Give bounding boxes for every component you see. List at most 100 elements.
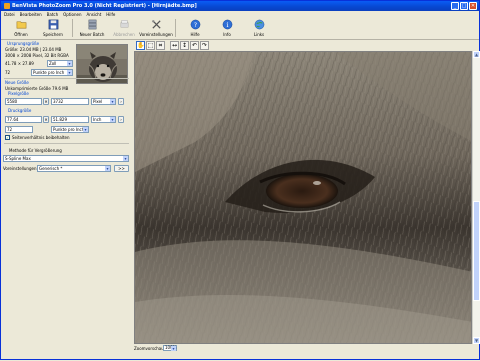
- menu-file[interactable]: Datei: [4, 12, 15, 17]
- presets-label: Voreinstellungen: [139, 32, 173, 37]
- presets-value: Generisch *: [39, 166, 63, 171]
- original-resolution-value: 72: [5, 70, 11, 75]
- presets-select[interactable]: Generisch *: [37, 165, 111, 172]
- folder-open-icon: [16, 21, 26, 29]
- hand-icon[interactable]: ✋: [136, 41, 145, 50]
- canvas-toolbar-gap: [166, 41, 169, 50]
- print-unit-select[interactable]: Inch: [91, 116, 116, 123]
- canvas-toolbar: ✋ ⬚ ⌗ ↔ ↕ ↶ ↷: [134, 40, 480, 51]
- disabled-toolbar-button[interactable]: Abbrechen: [108, 18, 140, 39]
- vertical-scroll-thumb[interactable]: [473, 201, 480, 301]
- scroll-up-arrow-icon[interactable]: ▲: [473, 51, 480, 58]
- new-resolution-input[interactable]: 72: [5, 126, 33, 133]
- menu-batch[interactable]: Batch: [47, 12, 59, 17]
- print-more-button[interactable]: ›: [118, 116, 124, 123]
- method-value: S-Spline Max: [5, 156, 31, 161]
- save-label: Speichern: [43, 32, 63, 37]
- status-bar: Zoomvorschau: 100%: [1, 344, 479, 360]
- original-pixel-size: 3008 × 2008 Pixel, 32 Bit RGBA: [5, 53, 69, 58]
- menu-options[interactable]: Optionen: [63, 12, 81, 17]
- fit-height-icon[interactable]: ↕: [180, 41, 189, 50]
- close-button[interactable]: ✕: [469, 2, 477, 10]
- pixel-more-button[interactable]: ›: [118, 98, 124, 105]
- menu-bar: Datei Bearbeiten Batch Optionen Ansicht …: [1, 11, 479, 18]
- toolbar-separator: [175, 19, 176, 37]
- original-print-size: 41.78 × 27.89: [5, 61, 34, 66]
- print-link-toggle-icon[interactable]: ✕: [43, 116, 49, 123]
- original-print-unit-value: Zoll: [49, 61, 57, 66]
- select-icon[interactable]: ⬚: [146, 41, 155, 50]
- keep-ratio-checkbox[interactable]: ✓: [5, 135, 10, 140]
- maximize-button[interactable]: □: [460, 2, 468, 10]
- printer-icon: [120, 20, 128, 28]
- rotate-right-icon[interactable]: ↷: [200, 41, 209, 50]
- new-batch-button[interactable]: Neuer Batch: [76, 18, 108, 39]
- app-window: BenVista PhotoZoom Pro 3.0 (Nicht Regist…: [0, 0, 480, 360]
- new-batch-label: Neuer Batch: [79, 32, 105, 37]
- print-unit-value: Inch: [93, 117, 102, 122]
- pixel-size-heading: Pixelgröße: [8, 91, 29, 96]
- help-label: Hilfe: [190, 32, 200, 37]
- svg-text:?: ?: [193, 21, 196, 29]
- width-pixels-input[interactable]: 5580: [5, 98, 42, 105]
- rotate-left-icon[interactable]: ↶: [190, 41, 199, 50]
- save-button[interactable]: Speichern: [37, 18, 69, 39]
- crop-icon[interactable]: ⌗: [156, 41, 165, 50]
- floppy-disk-icon: [48, 19, 58, 30]
- links-label: Links: [253, 32, 265, 37]
- scroll-down-arrow-icon[interactable]: ▼: [473, 337, 480, 344]
- main-toolbar: Öffnen Speichern Neuer Batch Abbrechen V…: [1, 18, 479, 40]
- new-resolution-unit-select[interactable]: Punkte pro Inch: [51, 126, 89, 133]
- keep-ratio-label: Seitenverhältnis beibehalten: [12, 135, 70, 140]
- info-button[interactable]: i Info: [211, 18, 243, 39]
- open-label: Öffnen: [14, 32, 28, 37]
- print-size-heading: Druckgröße: [8, 108, 32, 113]
- link-toggle-icon[interactable]: ✕: [43, 98, 49, 105]
- toolbar-separator: [72, 19, 73, 37]
- new-resolution-unit-value: Punkte pro Inch: [53, 127, 85, 132]
- height-pixels-input[interactable]: 3732: [51, 98, 89, 105]
- width-print-input[interactable]: 77.64: [5, 116, 42, 123]
- original-print-unit-select[interactable]: Zoll: [47, 60, 73, 67]
- app-icon: [4, 3, 10, 9]
- section-divider: [4, 78, 129, 79]
- open-button[interactable]: Öffnen: [5, 18, 37, 39]
- title-bar[interactable]: BenVista PhotoZoom Pro 3.0 (Nicht Regist…: [1, 1, 479, 11]
- original-resolution-unit-value: Punkte pro Inch: [33, 70, 65, 75]
- zoom-preview-label: Zoomvorschau:: [134, 346, 166, 351]
- help-icon: ?: [190, 19, 200, 30]
- disabled-tool-label: Abbrechen: [113, 32, 135, 37]
- settings-panel: Ursprungsgröße Größe: 23.04 MB | 23.04 M…: [1, 40, 132, 361]
- vertical-scrollbar[interactable]: ▲ ▼: [472, 51, 480, 344]
- presets-button[interactable]: Voreinstellungen: [139, 18, 173, 39]
- help-button[interactable]: ? Hilfe: [179, 18, 211, 39]
- links-button[interactable]: Links: [243, 18, 275, 39]
- section-divider: [4, 143, 129, 144]
- zoom-level-value: 100%: [165, 345, 177, 350]
- menu-edit[interactable]: Bearbeiten: [20, 12, 42, 17]
- presets-more-button[interactable]: >>: [114, 165, 129, 172]
- new-size-heading: Neue Größe: [5, 80, 29, 85]
- method-heading: Methode für Vergrößerung: [9, 148, 62, 153]
- zoomed-animal-eye-image: [135, 52, 471, 343]
- globe-icon: [254, 19, 264, 30]
- menu-help[interactable]: Hilfe: [106, 12, 115, 17]
- pixel-unit-select[interactable]: Pixel: [91, 98, 116, 105]
- original-file-size: Größe: 23.04 MB | 23.04 MB: [5, 47, 62, 52]
- info-icon: i: [222, 19, 232, 30]
- tools-icon: [151, 20, 161, 29]
- pixel-unit-value: Pixel: [93, 99, 103, 104]
- fit-width-icon[interactable]: ↔: [170, 41, 179, 50]
- image-preview-canvas[interactable]: [134, 51, 472, 344]
- presets-label: Voreinstellungen:: [3, 166, 38, 171]
- original-size-heading: Ursprungsgröße: [7, 41, 40, 46]
- height-print-input[interactable]: 51.829: [51, 116, 89, 123]
- minimize-button[interactable]: _: [451, 2, 459, 10]
- method-select[interactable]: S-Spline Max: [3, 155, 129, 162]
- zoom-level-select[interactable]: 100%: [163, 345, 177, 351]
- svg-text:i: i: [226, 21, 228, 29]
- original-resolution-unit-select[interactable]: Punkte pro Inch: [31, 69, 73, 76]
- window-controls: _ □ ✕: [451, 2, 477, 10]
- batch-stack-icon: [88, 19, 96, 30]
- menu-view[interactable]: Ansicht: [87, 12, 102, 17]
